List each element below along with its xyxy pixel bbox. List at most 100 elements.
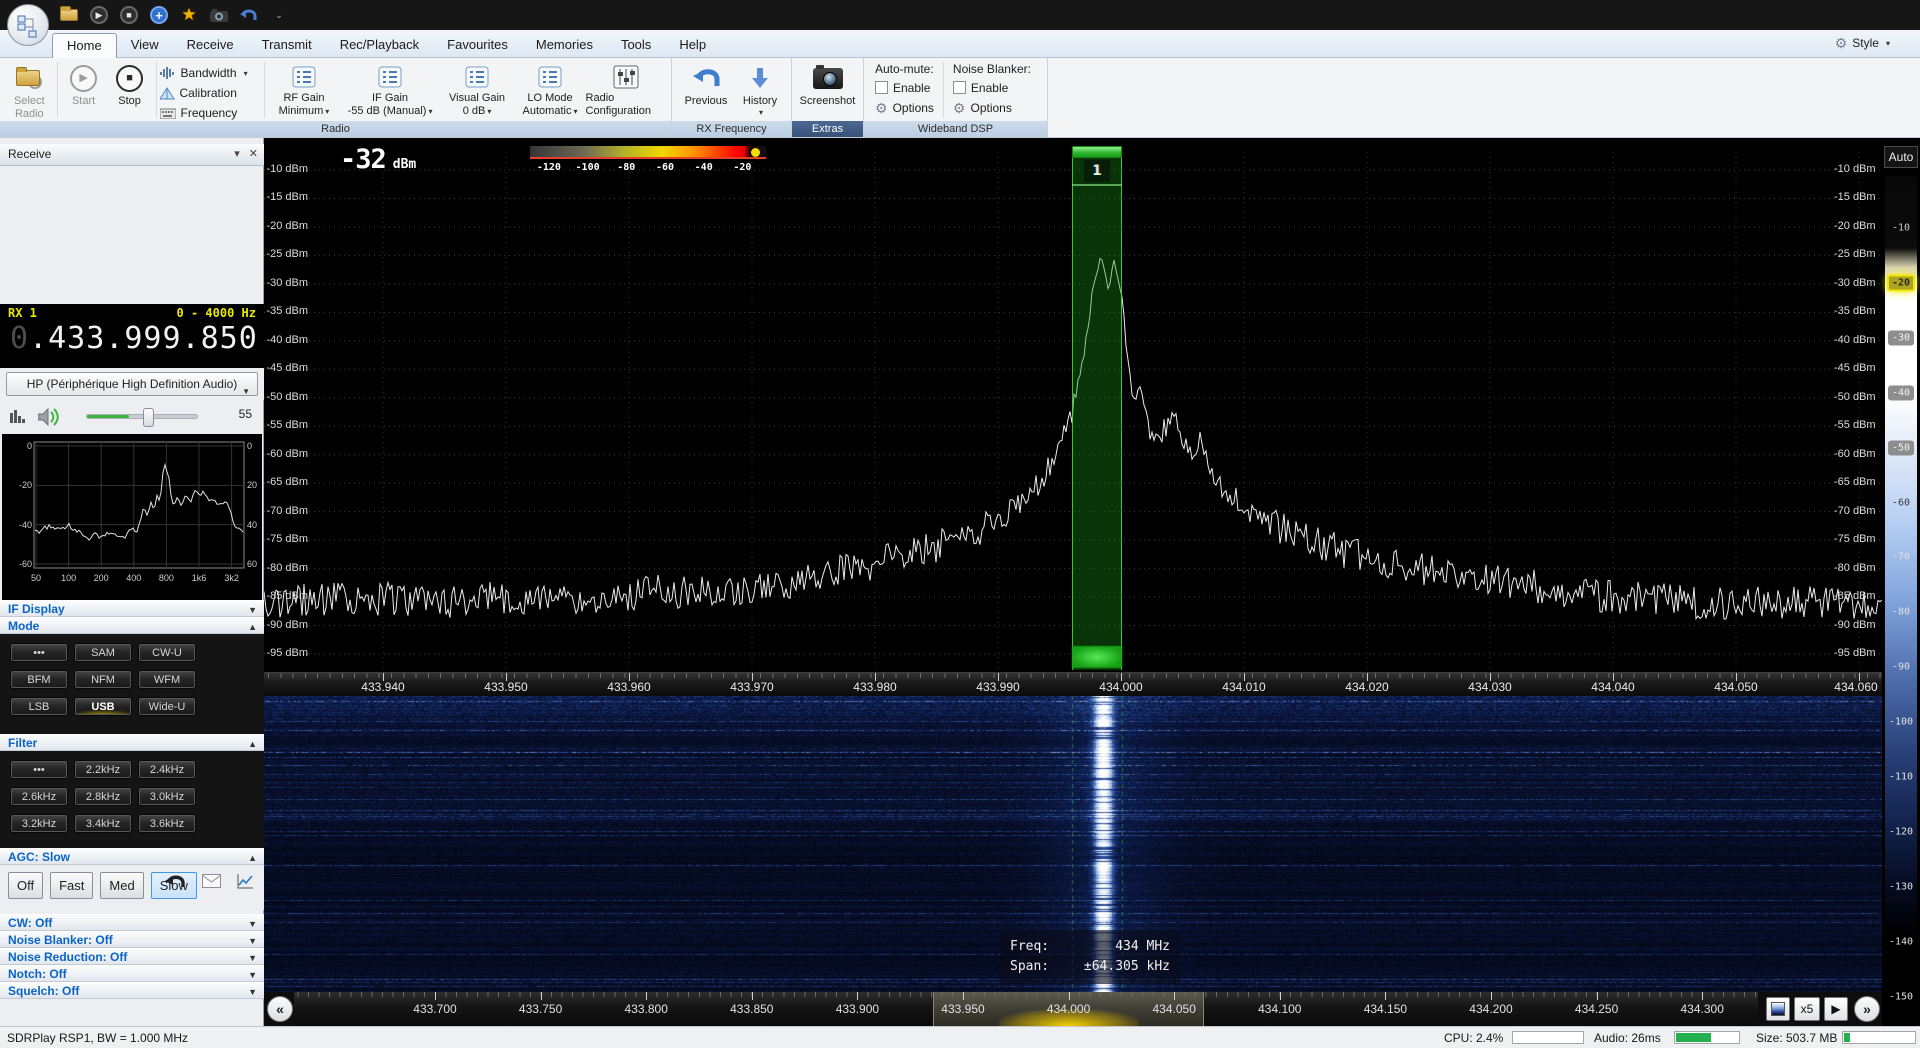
palette-gradient-strip[interactable]: -10 -20 -30 -40 -50 -60 -70 -80 -90 -100 -110 -120 -… bbox=[1885, 176, 1917, 1022]
tab-help[interactable]: Help bbox=[665, 33, 720, 58]
tab-transmit[interactable]: Transmit bbox=[248, 33, 326, 58]
calibration-button[interactable]: Calibration bbox=[159, 84, 261, 102]
palette-tick--40[interactable]: -40 bbox=[1888, 385, 1914, 401]
favourite-star-icon[interactable]: ★ bbox=[178, 4, 200, 26]
palette-tick--60[interactable]: -60 bbox=[1885, 497, 1917, 508]
envelope-icon[interactable] bbox=[202, 874, 221, 888]
waterfall-display[interactable]: Freq: 434 MHz Span: ±64.305 kHz bbox=[264, 696, 1882, 992]
auto-mute-options-button[interactable]: ⚙ Options bbox=[875, 99, 934, 116]
scroll-left-button[interactable]: « bbox=[267, 996, 293, 1022]
radio-configuration-button[interactable]: Radio Configuration bbox=[586, 60, 666, 118]
section-mode[interactable]: Mode ▲ bbox=[0, 617, 264, 634]
mode-button-usb[interactable]: USB bbox=[74, 697, 132, 716]
section-notch[interactable]: Notch: Off ▼ bbox=[0, 965, 264, 982]
play-forward-button[interactable]: ▶ bbox=[1824, 997, 1848, 1021]
mode-button-wide-u[interactable]: Wide-U bbox=[138, 697, 196, 716]
palette-tick--50[interactable]: -50 bbox=[1888, 440, 1914, 456]
palette-tick--110[interactable]: -110 bbox=[1885, 772, 1917, 783]
visual-gain-button[interactable]: Visual Gain 0 dB ▾ bbox=[440, 60, 515, 118]
tab-home[interactable]: Home bbox=[52, 33, 117, 58]
previous-frequency-button[interactable]: Previous bbox=[677, 60, 735, 108]
agc-button-fast[interactable]: Fast bbox=[50, 872, 94, 899]
filter-button-3-2khz[interactable]: 3.2kHz bbox=[10, 814, 68, 833]
channel-marker-number[interactable]: 1 bbox=[1084, 160, 1110, 182]
undo-icon[interactable] bbox=[238, 4, 260, 26]
select-radio-button[interactable]: ▶ Select Radio bbox=[5, 60, 54, 120]
palette-tick--130[interactable]: -130 bbox=[1885, 881, 1917, 892]
noise-blanker-options-button[interactable]: ⚙ Options bbox=[953, 99, 1031, 116]
add-icon[interactable]: + bbox=[148, 4, 170, 26]
palette-tick--120[interactable]: -120 bbox=[1885, 826, 1917, 837]
filter-button-2-4khz[interactable]: 2.4kHz bbox=[138, 760, 196, 779]
close-icon[interactable]: ✕ bbox=[249, 144, 258, 165]
play-icon[interactable]: ▶ bbox=[88, 4, 110, 26]
stop-button[interactable]: ■ Stop bbox=[107, 60, 153, 108]
section-if-display[interactable]: IF Display ▼ bbox=[0, 600, 264, 617]
volume-slider[interactable] bbox=[86, 408, 198, 427]
audio-device-dropdown[interactable]: HP (Périphérique High Definition Audio) … bbox=[6, 372, 258, 396]
palette-tick--90[interactable]: -90 bbox=[1885, 662, 1917, 673]
tab-tools[interactable]: Tools bbox=[607, 33, 665, 58]
tab-view[interactable]: View bbox=[117, 33, 173, 58]
if-gain-button[interactable]: IF Gain -55 dB (Manual) ▾ bbox=[340, 60, 439, 118]
auto-mute-enable-checkbox[interactable]: Enable bbox=[875, 79, 934, 96]
history-button[interactable]: History ▾ bbox=[735, 60, 785, 117]
filter-button-2-8khz[interactable]: 2.8kHz bbox=[74, 787, 132, 806]
waterfall-palette-button[interactable] bbox=[1766, 997, 1790, 1021]
section-filter[interactable]: Filter ▲ bbox=[0, 734, 264, 751]
channel-marker-header[interactable] bbox=[1071, 146, 1123, 158]
palette-tick--100[interactable]: -100 bbox=[1885, 717, 1917, 728]
tab-rec-playback[interactable]: Rec/Playback bbox=[326, 33, 433, 58]
frequency-button[interactable]: Frequency bbox=[159, 104, 261, 122]
panel-menu-icon[interactable]: ▾ bbox=[234, 144, 240, 165]
speaker-icon[interactable] bbox=[38, 408, 60, 426]
agc-button-med[interactable]: Med bbox=[100, 872, 144, 899]
start-button[interactable]: ▶ Start bbox=[61, 60, 107, 108]
palette-tick--70[interactable]: -70 bbox=[1885, 552, 1917, 563]
filter-button-3-0khz[interactable]: 3.0kHz bbox=[138, 787, 196, 806]
mode-button-dots[interactable]: ••• bbox=[10, 643, 68, 662]
graph-icon[interactable] bbox=[237, 873, 254, 889]
filter-button-3-4khz[interactable]: 3.4kHz bbox=[74, 814, 132, 833]
noise-blanker-enable-checkbox[interactable]: Enable bbox=[952, 79, 1031, 96]
customize-toolbar-icon[interactable]: ⌄ bbox=[268, 4, 290, 26]
filter-button-dots[interactable]: ••• bbox=[10, 760, 68, 779]
screenshot-button[interactable]: Screenshot bbox=[797, 60, 858, 108]
rf-gain-button[interactable]: RF Gain Minimum ▾ bbox=[267, 60, 340, 118]
mode-button-lsb[interactable]: LSB bbox=[10, 697, 68, 716]
auto-gain-button[interactable]: Auto bbox=[1884, 146, 1918, 168]
tab-favourites[interactable]: Favourites bbox=[433, 33, 522, 58]
zoom-factor-button[interactable]: x5 bbox=[1794, 997, 1820, 1021]
section-cw[interactable]: CW: Off ▼ bbox=[0, 914, 264, 931]
mode-button-cw-u[interactable]: CW-U bbox=[138, 643, 196, 662]
tab-memories[interactable]: Memories bbox=[522, 33, 607, 58]
if-spectrum-display[interactable]: 1 -32 dBm -120 -100 -80 -60 -40 -20 433.940 433… bbox=[264, 138, 1882, 696]
filter-button-3-6khz[interactable]: 3.6kHz bbox=[138, 814, 196, 833]
undo-icon[interactable] bbox=[164, 873, 186, 889]
section-noise-reduction[interactable]: Noise Reduction: Off ▼ bbox=[0, 948, 264, 965]
stop-icon[interactable]: ■ bbox=[118, 4, 140, 26]
scroll-right-button[interactable]: » bbox=[1854, 996, 1880, 1022]
mode-button-sam[interactable]: SAM bbox=[74, 643, 132, 662]
palette-tick--150[interactable]: -150 bbox=[1885, 991, 1917, 1002]
tuned-frequency-display[interactable]: 0.433.999.850 bbox=[0, 321, 264, 356]
section-noise-blanker[interactable]: Noise Blanker: Off ▼ bbox=[0, 931, 264, 948]
palette-tick--140[interactable]: -140 bbox=[1885, 936, 1917, 947]
volume-slider-thumb[interactable] bbox=[142, 408, 154, 427]
mode-button-nfm[interactable]: NFM bbox=[74, 670, 132, 689]
filter-button-2-6khz[interactable]: 2.6kHz bbox=[10, 787, 68, 806]
mode-button-wfm[interactable]: WFM bbox=[138, 670, 196, 689]
band-scale[interactable]: 433.700 433.750 433.800 433.850 433.900 433.9… bbox=[294, 992, 1758, 1026]
section-agc[interactable]: AGC: Slow ▲ bbox=[0, 848, 264, 865]
section-squelch[interactable]: Squelch: Off ▼ bbox=[0, 982, 264, 999]
palette-tick--80[interactable]: -80 bbox=[1885, 607, 1917, 618]
filter-button-2-2khz[interactable]: 2.2kHz bbox=[74, 760, 132, 779]
channel-marker-band[interactable] bbox=[1071, 158, 1123, 670]
style-button[interactable]: ⚙ Style ▾ bbox=[1829, 34, 1896, 52]
palette-tick--30[interactable]: -30 bbox=[1888, 330, 1914, 346]
screenshot-icon[interactable] bbox=[208, 4, 230, 26]
agc-button-off[interactable]: Off bbox=[8, 872, 44, 899]
lo-mode-button[interactable]: LO Mode Automatic ▾ bbox=[514, 60, 585, 118]
open-favourite-icon[interactable] bbox=[58, 4, 80, 26]
application-menu-button[interactable] bbox=[7, 4, 49, 46]
